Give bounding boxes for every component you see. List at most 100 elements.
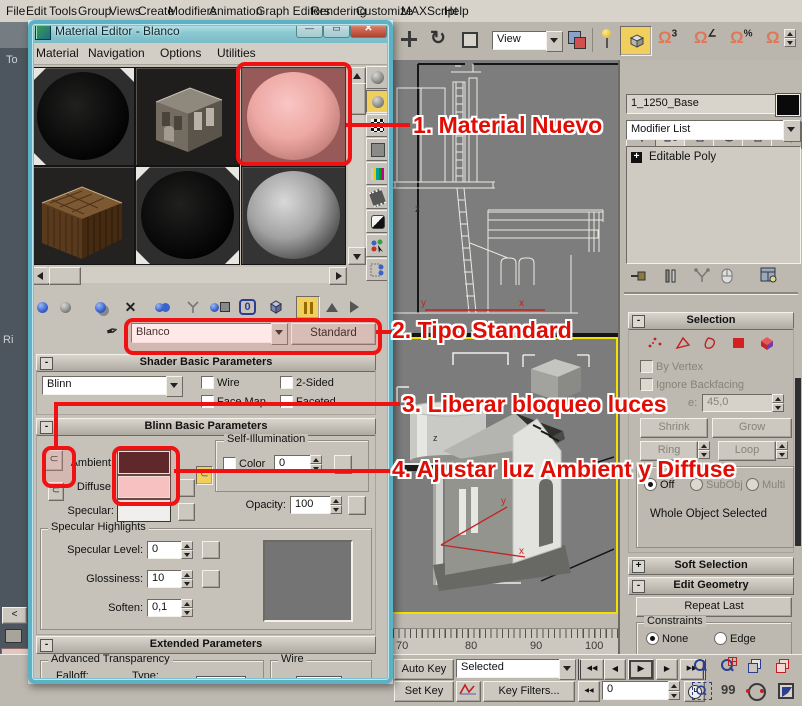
specular-level-map-button[interactable] [202, 541, 220, 559]
show-end-result-icon[interactable] [296, 296, 320, 319]
shader-type-arrow[interactable] [166, 376, 183, 397]
slots-scroll-down[interactable] [348, 247, 366, 265]
me-menu-options[interactable]: Options [160, 46, 201, 60]
wire-checkbox[interactable] [201, 376, 214, 389]
make-unique-icon[interactable] [182, 297, 203, 317]
stack-item-editable-poly[interactable]: Editable Poly [649, 151, 716, 163]
menu-tools[interactable]: Tools [49, 4, 77, 18]
arc-rotate-icon[interactable] [748, 683, 766, 701]
sample-uv-tiling-icon[interactable] [366, 138, 389, 161]
specular-map-button[interactable] [178, 503, 195, 521]
menu-file[interactable]: File [6, 4, 25, 18]
polygon-subobject-icon[interactable] [730, 334, 748, 351]
soften-spinner[interactable] [181, 599, 193, 617]
sample-slot-2[interactable] [135, 67, 240, 166]
next-frame-button[interactable]: ▶ [656, 659, 678, 680]
zoom-icon[interactable] [692, 658, 708, 674]
shader-type-dropdown[interactable]: Blinn [42, 376, 170, 395]
pick-material-eyedropper-icon[interactable]: ✒ [104, 321, 121, 342]
me-menu-navigation[interactable]: Navigation [88, 46, 145, 60]
listener-grid-icon[interactable] [5, 629, 22, 643]
make-unique-icon[interactable] [694, 268, 712, 287]
get-material-icon[interactable] [32, 297, 53, 317]
maximize-viewport-icon[interactable] [778, 683, 794, 699]
preview-multi-radio[interactable] [746, 478, 759, 491]
shrink-button[interactable]: Shrink [640, 418, 708, 438]
listener-scroll-button[interactable]: < [2, 607, 27, 624]
angle-snap-icon[interactable]: Ω∠ [694, 28, 717, 48]
extended-rollout-header[interactable]: - Extended Parameters [36, 636, 376, 654]
sample-type-icon[interactable] [366, 66, 389, 89]
angle-spinner[interactable] [772, 394, 784, 412]
select-and-manipulate-icon[interactable] [598, 29, 616, 49]
snap-3d-icon[interactable]: Ω3 [658, 28, 677, 48]
constraints-none-radio[interactable] [646, 632, 659, 645]
transparency-swatch[interactable] [196, 676, 246, 684]
element-subobject-icon[interactable] [758, 334, 776, 351]
sample-slot-5[interactable] [135, 166, 240, 265]
border-subobject-icon[interactable] [702, 334, 720, 351]
menu-help[interactable]: Help [444, 4, 469, 18]
vertex-subobject-icon[interactable] [646, 334, 664, 351]
repeat-last-button[interactable]: Repeat Last [636, 597, 792, 617]
remove-modifier-icon[interactable] [720, 268, 734, 287]
material-map-navigator-icon[interactable] [366, 258, 389, 281]
zoom-all-icon[interactable] [719, 658, 735, 674]
backlight-icon[interactable] [366, 90, 389, 113]
wire-size-swatch[interactable] [296, 676, 342, 684]
opacity-spinner[interactable] [330, 496, 342, 514]
prev-frame-button[interactable]: ◀ [604, 659, 626, 680]
pan-icon[interactable]: 99 [721, 682, 735, 697]
go-to-parent-icon[interactable] [321, 297, 342, 317]
make-material-copy-icon[interactable] [152, 297, 173, 317]
loop-spinner[interactable] [776, 441, 788, 459]
selection-filter-dropdown[interactable]: Selected [456, 659, 563, 678]
use-pivot-center-icon[interactable] [567, 30, 587, 50]
go-forward-to-sibling-icon[interactable] [344, 297, 365, 317]
zoom-extents-icon[interactable] [748, 659, 762, 672]
modifier-stack[interactable]: + Editable Poly [626, 146, 801, 264]
key-mode-button[interactable]: ◀◀ [578, 681, 600, 702]
configure-modifier-sets-icon[interactable] [760, 266, 778, 287]
sample-slot-1[interactable] [31, 67, 135, 166]
select-and-scale-icon[interactable] [462, 32, 478, 48]
reset-map-icon[interactable]: ✕ [120, 297, 141, 317]
show-map-in-viewport-icon[interactable] [265, 297, 286, 317]
go-to-start-button[interactable]: ◀◀ [578, 659, 604, 680]
me-menu-material[interactable]: Material [36, 46, 79, 60]
select-by-material-icon[interactable] [366, 234, 389, 257]
make-preview-icon[interactable] [366, 186, 389, 209]
sample-slot-4[interactable] [31, 166, 135, 265]
glossiness-field[interactable]: 10 [147, 570, 185, 588]
minimize-button[interactable]: — [296, 22, 323, 38]
menu-edit[interactable]: Edit [26, 4, 47, 18]
zoom-region-icon[interactable] [692, 682, 712, 700]
viewport-front[interactable]: z y x [393, 60, 618, 333]
slots-scroll-right[interactable] [329, 267, 347, 285]
show-end-result-stack-icon[interactable] [664, 268, 678, 287]
edit-geometry-header[interactable]: - Edit Geometry [628, 577, 794, 595]
angle-value-field[interactable]: 45,0 [702, 394, 774, 412]
specular-level-spinner[interactable] [181, 541, 193, 559]
soft-selection-header[interactable]: + Soft Selection [628, 557, 794, 575]
options-icon[interactable] [366, 210, 389, 233]
object-color-swatch[interactable] [776, 94, 800, 116]
spinner-snap-icon[interactable]: Ω [766, 28, 780, 48]
by-vertex-checkbox[interactable] [640, 360, 653, 373]
select-and-rotate-icon[interactable]: ↻ [430, 27, 446, 50]
close-button[interactable]: ✕ [350, 22, 387, 38]
slots-hscroll-thumb[interactable] [49, 267, 81, 285]
specular-level-field[interactable]: 0 [147, 541, 185, 559]
material-id-channel-icon[interactable]: 0 [237, 297, 258, 317]
panel-scrollbar[interactable] [795, 378, 801, 546]
current-frame-field[interactable]: 0 [602, 681, 672, 700]
set-key-button[interactable]: Set Key [394, 681, 454, 702]
selection-filter-arrow[interactable] [559, 659, 576, 680]
constraints-edge-radio[interactable] [714, 632, 727, 645]
opacity-map-button[interactable] [348, 496, 366, 515]
maximize-button[interactable]: ▭ [323, 22, 350, 38]
grow-button[interactable]: Grow [712, 418, 792, 438]
pin-stack-icon[interactable] [630, 268, 648, 287]
select-and-move-icon[interactable] [400, 30, 418, 48]
two-sided-checkbox[interactable] [280, 376, 293, 389]
